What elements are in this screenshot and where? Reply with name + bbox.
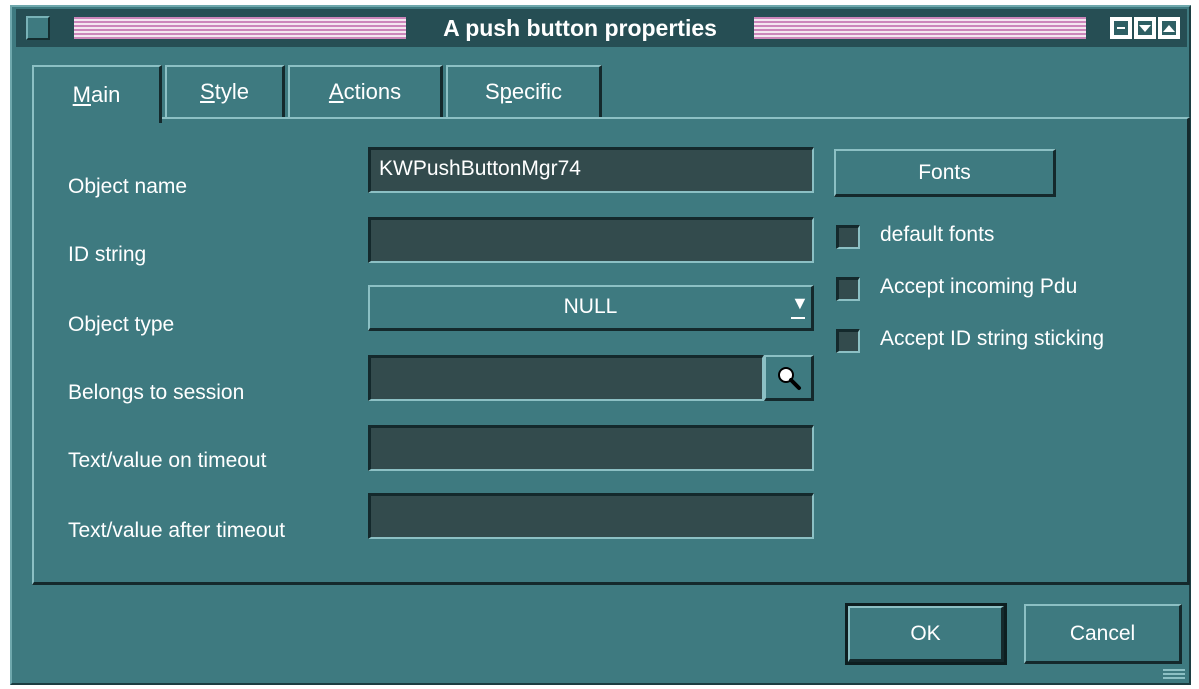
tab-main-label: Main xyxy=(72,82,121,107)
accept-incoming-pdu-checkbox[interactable] xyxy=(836,277,860,301)
window-title: A push button properties xyxy=(443,15,717,41)
tab-panel-main: Object name ID string Object type Belong… xyxy=(32,117,1190,585)
maximize-button[interactable] xyxy=(1134,17,1156,39)
tab-main[interactable]: Main xyxy=(32,65,162,123)
tab-actions-label: Actions xyxy=(328,79,402,104)
tab-style[interactable]: Style xyxy=(165,65,285,117)
object-type-select[interactable]: NULL ▼ xyxy=(368,285,814,331)
belongs-to-session-field[interactable] xyxy=(368,355,764,401)
title-bar[interactable]: A push button properties xyxy=(16,9,1187,47)
tab-container: Main Style Actions Specific Object name … xyxy=(32,65,1192,585)
id-string-label: ID string xyxy=(68,243,147,266)
object-name-field[interactable]: KWPushButtonMgr74 xyxy=(368,147,814,193)
id-string-field[interactable] xyxy=(368,217,814,263)
tab-specific-label: Specific xyxy=(484,79,563,104)
text-after-timeout-field[interactable] xyxy=(368,493,814,539)
tab-actions[interactable]: Actions xyxy=(288,65,443,117)
dropdown-arrow-icon[interactable]: ▼ xyxy=(791,293,809,319)
tab-style-label: Style xyxy=(200,79,249,104)
object-type-value: NULL xyxy=(563,295,618,318)
chevron-up-icon xyxy=(1162,21,1176,35)
ok-button[interactable]: OK xyxy=(845,603,1007,665)
accept-incoming-pdu-label: Accept incoming Pdu xyxy=(880,275,1078,298)
object-name-label: Object name xyxy=(68,175,188,198)
default-fonts-label: default fonts xyxy=(880,223,995,246)
minimize-button[interactable] xyxy=(1110,17,1132,39)
belongs-to-session-label: Belongs to session xyxy=(68,381,245,404)
session-search-button[interactable] xyxy=(764,355,814,401)
magnifier-icon xyxy=(777,366,801,390)
object-type-label: Object type xyxy=(68,313,175,336)
fonts-button[interactable]: Fonts xyxy=(834,149,1056,197)
accept-id-string-sticking-label: Accept ID string sticking xyxy=(880,327,1105,350)
text-on-timeout-label: Text/value on timeout xyxy=(68,449,267,472)
title-stripes-left xyxy=(74,17,406,39)
accept-id-string-sticking-checkbox[interactable] xyxy=(836,329,860,353)
tab-specific[interactable]: Specific xyxy=(446,65,602,117)
cancel-button[interactable]: Cancel xyxy=(1024,604,1182,664)
system-menu-icon[interactable] xyxy=(26,16,50,40)
text-on-timeout-field[interactable] xyxy=(368,425,814,471)
text-after-timeout-label: Text/value after timeout xyxy=(68,519,286,542)
close-button[interactable] xyxy=(1158,17,1180,39)
chevron-down-icon xyxy=(1138,21,1152,35)
title-stripes-right xyxy=(754,17,1086,39)
properties-dialog: A push button properties Main Style Acti… xyxy=(10,5,1191,685)
resize-grip[interactable] xyxy=(1163,669,1185,679)
minimize-icon xyxy=(1114,21,1128,35)
default-fonts-checkbox[interactable] xyxy=(836,225,860,249)
